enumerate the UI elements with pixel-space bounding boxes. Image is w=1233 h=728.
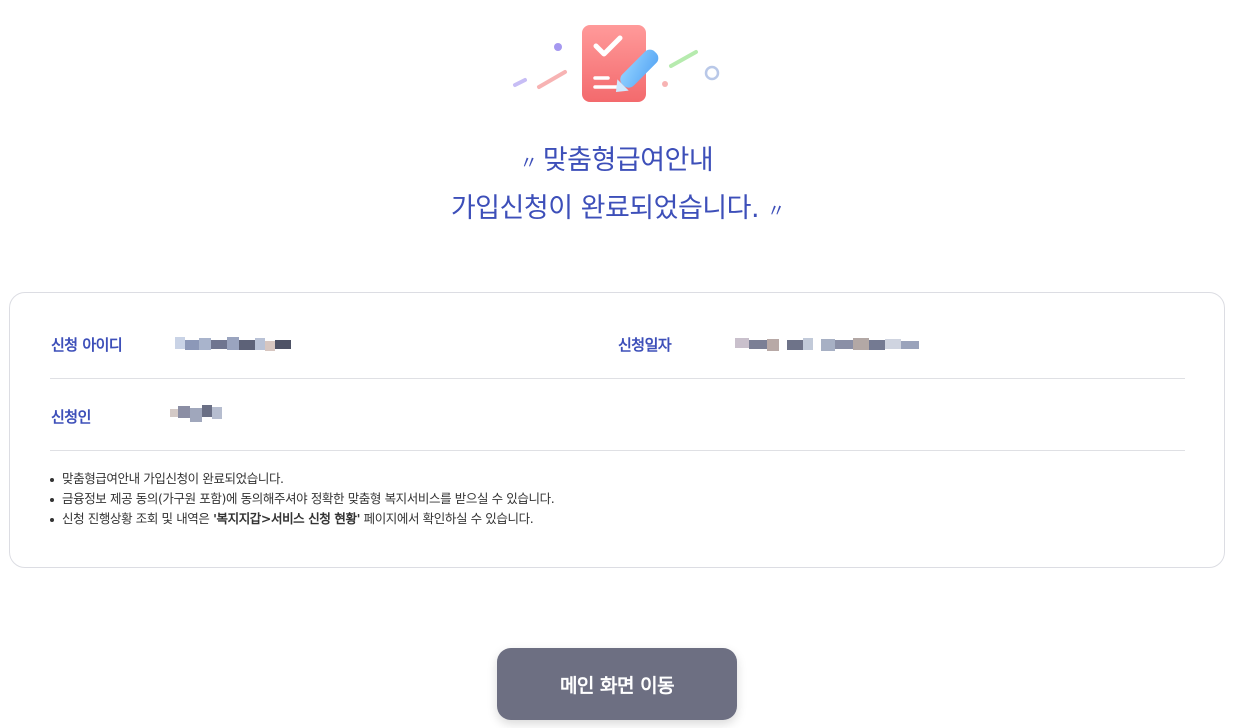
notice-item: 금융정보 제공 동의(가구원 포함)에 동의해주셔야 정확한 맞춤형 복지서비스…	[50, 489, 555, 509]
service-name: 맞춤형급여안내	[542, 145, 714, 176]
open-quote-mark: 〃	[519, 153, 538, 174]
application-date-value-masked	[735, 338, 919, 351]
application-date-label: 신청일자	[618, 336, 672, 354]
notice-item: 맞춤형급여안내 가입신청이 완료되었습니다.	[50, 469, 554, 489]
notice-text: 신청 진행상황 조회 및 내역은	[62, 511, 214, 526]
wallet-status-reference: '복지지갑>서비스 신청 현황'	[213, 511, 361, 526]
checklist-pencil-icon	[513, 25, 720, 102]
applicant-label: 신청인	[51, 408, 91, 426]
notice-text: 페이지에서 확인하실 수 있습니다.	[360, 511, 534, 526]
close-quote-mark: 〃	[767, 201, 785, 222]
completion-message: 가입신청이 완료되었습니다.	[450, 193, 760, 224]
completion-headline: 〃 맞춤형급여안내 가입신청이 완료되었습니다. 〃	[0, 138, 1233, 234]
applicant-name-masked	[170, 405, 222, 422]
notice-list: 맞춤형급여안내 가입신청이 완료되었습니다. 금융정보 제공 동의(가구원 포함…	[50, 469, 555, 529]
application-id-value-masked	[175, 337, 291, 351]
info-row-id-date: 신청 아이디 신청일자	[50, 318, 1185, 379]
headline-line1: 〃 맞춤형급여안내	[0, 138, 1233, 186]
info-row-applicant: 신청인	[50, 379, 1185, 451]
application-id-label: 신청 아이디	[51, 336, 123, 354]
notice-item: 신청 진행상황 조회 및 내역은 '복지지갑>서비스 신청 현황' 페이지에서 …	[50, 509, 554, 529]
application-info-card: 신청 아이디 신청일자 신청인 맞춤형급여안내 가입신청이 완료되었습니다. 금…	[9, 292, 1225, 568]
application-complete-page: 〃 맞춤형급여안내 가입신청이 완료되었습니다. 〃 신청 아이디 신청일자 신…	[0, 0, 1233, 728]
headline-line2: 가입신청이 완료되었습니다. 〃	[0, 186, 1233, 234]
go-to-main-button[interactable]: 메인 화면 이동	[497, 648, 737, 720]
